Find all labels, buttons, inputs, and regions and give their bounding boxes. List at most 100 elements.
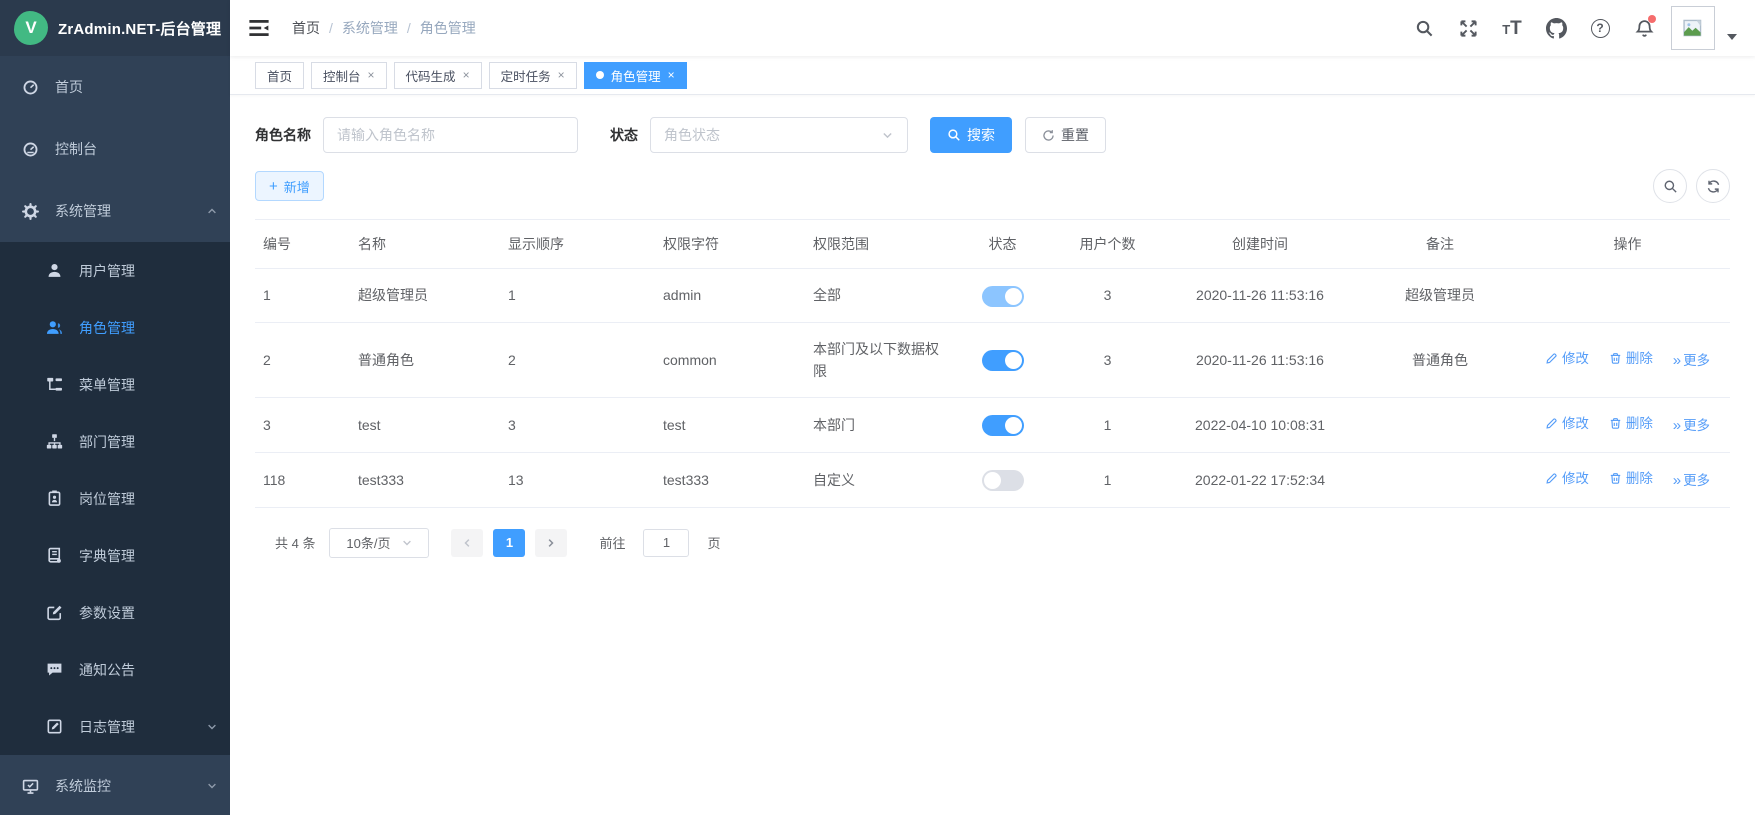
- edit-pencil-icon: [1545, 352, 1558, 365]
- edit-pencil-icon: [1545, 472, 1558, 485]
- role-name-label: 角色名称: [255, 125, 311, 145]
- cell-perm-string: common: [655, 334, 805, 386]
- cell-scope: 自定义: [805, 454, 955, 506]
- cell-scope: 本部门: [805, 399, 955, 451]
- sidebar-item-label: 通知公告: [79, 660, 218, 680]
- sidebar-item-user-mgmt[interactable]: 用户管理: [0, 242, 230, 299]
- close-icon[interactable]: ×: [463, 68, 470, 82]
- github-button[interactable]: [1539, 11, 1573, 45]
- status-toggle[interactable]: [982, 415, 1024, 436]
- sidebar-item-post-mgmt[interactable]: 岗位管理: [0, 470, 230, 527]
- sidebar-item-menu-mgmt[interactable]: 菜单管理: [0, 356, 230, 413]
- page-size-select[interactable]: 10条/页: [329, 528, 429, 558]
- user-menu-caret-icon[interactable]: [1727, 34, 1737, 40]
- tags-view-bar: 首页 控制台× 代码生成× 定时任务× 角色管理×: [230, 56, 1755, 95]
- search-button[interactable]: 搜索: [930, 117, 1012, 153]
- add-button[interactable]: + 新增: [255, 171, 324, 201]
- sidebar-item-home[interactable]: 首页: [0, 56, 230, 118]
- sidebar-item-system-mgmt[interactable]: 系统管理: [0, 180, 230, 242]
- font-size-icon: TT: [1502, 19, 1522, 38]
- cell-order: 2: [500, 334, 655, 386]
- fullscreen-button[interactable]: [1451, 11, 1485, 45]
- sidebar-item-notice[interactable]: 通知公告: [0, 641, 230, 698]
- app-logo[interactable]: V ZrAdmin.NET-后台管理: [0, 0, 230, 56]
- edit-link[interactable]: 修改: [1545, 348, 1589, 370]
- close-icon[interactable]: ×: [558, 68, 565, 82]
- sidebar-item-dept-mgmt[interactable]: 部门管理: [0, 413, 230, 470]
- sidebar: V ZrAdmin.NET-后台管理 首页 控制台 系统管理: [0, 0, 230, 815]
- sidebar-item-system-monitor[interactable]: 系统监控: [0, 755, 230, 815]
- status-select[interactable]: 角色状态: [650, 117, 908, 153]
- breadcrumb-item[interactable]: 首页: [292, 18, 320, 38]
- cell-perm-string: admin: [655, 269, 805, 321]
- more-link[interactable]: » 更多: [1673, 350, 1710, 372]
- edit-link[interactable]: 修改: [1545, 468, 1589, 490]
- topbar-search-button[interactable]: [1407, 11, 1441, 45]
- comment-icon: [46, 661, 63, 678]
- tab-home[interactable]: 首页: [255, 62, 304, 89]
- search-icon: [1415, 19, 1434, 38]
- trash-icon: [1609, 417, 1622, 430]
- tab-console[interactable]: 控制台×: [311, 62, 387, 89]
- sidebar-item-dict-mgmt[interactable]: 字典管理: [0, 527, 230, 584]
- status-label: 状态: [610, 125, 638, 145]
- avatar[interactable]: [1671, 6, 1715, 50]
- sidebar-item-log-mgmt[interactable]: 日志管理: [0, 698, 230, 755]
- delete-link[interactable]: 删除: [1609, 413, 1653, 435]
- more-link[interactable]: » 更多: [1673, 470, 1710, 492]
- cell-name: test: [350, 399, 500, 451]
- status-toggle[interactable]: [982, 286, 1024, 307]
- dashboard-icon: [22, 79, 39, 96]
- next-page-button[interactable]: [535, 529, 567, 557]
- pagination: 共 4 条 10条/页 1 前往 页: [275, 528, 1730, 558]
- user-icon: [46, 262, 63, 279]
- id-badge-icon: [46, 490, 63, 507]
- prev-page-button[interactable]: [451, 529, 483, 557]
- cell-actions: 修改 删除 » 更多: [1525, 398, 1730, 452]
- column-header: 名称: [350, 220, 500, 268]
- edit-link[interactable]: 修改: [1545, 413, 1589, 435]
- sidebar-item-role-mgmt[interactable]: 角色管理: [0, 299, 230, 356]
- collapse-sidebar-icon[interactable]: [248, 17, 270, 39]
- edit-pencil-icon: [1545, 417, 1558, 430]
- close-icon[interactable]: ×: [668, 68, 675, 82]
- table-toolbar: + 新增: [255, 169, 1730, 203]
- table-body: 1 超级管理员 1 admin 全部 3 2020-11-26 11:53:16…: [255, 269, 1730, 508]
- delete-link[interactable]: 删除: [1609, 348, 1653, 370]
- refresh-table-button[interactable]: [1696, 169, 1730, 203]
- cell-user-count: 3: [1050, 269, 1165, 321]
- notification-button[interactable]: [1627, 11, 1661, 45]
- sidebar-item-label: 字典管理: [79, 546, 218, 566]
- show-search-button[interactable]: [1653, 169, 1687, 203]
- status-toggle[interactable]: [982, 350, 1024, 371]
- font-size-button[interactable]: TT: [1495, 11, 1529, 45]
- page-number-button[interactable]: 1: [493, 529, 525, 557]
- cell-order: 13: [500, 454, 655, 506]
- goto-page-input[interactable]: [643, 529, 689, 557]
- sidebar-item-console[interactable]: 控制台: [0, 118, 230, 180]
- role-name-input[interactable]: [323, 117, 578, 153]
- help-button[interactable]: ?: [1583, 11, 1617, 45]
- cell-created-time: 2020-11-26 11:53:16: [1165, 334, 1355, 386]
- tab-scheduled-tasks[interactable]: 定时任务×: [489, 62, 577, 89]
- column-header: 用户个数: [1050, 220, 1165, 268]
- sitemap-icon: [46, 433, 63, 450]
- tab-role-mgmt[interactable]: 角色管理×: [584, 62, 687, 89]
- topbar-actions: TT ?: [1407, 6, 1741, 50]
- cell-id: 118: [255, 454, 350, 506]
- delete-link[interactable]: 删除: [1609, 468, 1653, 490]
- sidebar-item-label: 控制台: [55, 139, 218, 159]
- chevron-down-icon: [401, 537, 413, 549]
- status-toggle[interactable]: [982, 470, 1024, 491]
- filter-form: 角色名称 状态 角色状态 搜索 重置: [255, 117, 1730, 153]
- chevron-down-icon: [881, 129, 894, 142]
- goto-label: 前往: [599, 533, 625, 552]
- tab-codegen[interactable]: 代码生成×: [394, 62, 482, 89]
- sidebar-submenu-system: 用户管理 角色管理 菜单管理 部门管理 岗位管理 字典管理: [0, 242, 230, 755]
- more-link[interactable]: » 更多: [1673, 415, 1710, 437]
- reset-button[interactable]: 重置: [1025, 117, 1106, 153]
- close-icon[interactable]: ×: [368, 68, 375, 82]
- sidebar-item-label: 菜单管理: [79, 375, 218, 395]
- column-header: 操作: [1525, 220, 1730, 268]
- sidebar-item-param-settings[interactable]: 参数设置: [0, 584, 230, 641]
